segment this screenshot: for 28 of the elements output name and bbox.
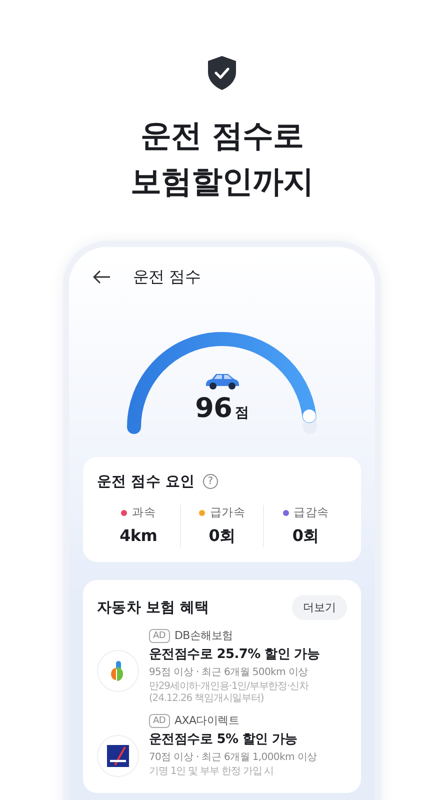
offer-note: 만29세이하·개인용·1인/부부한정·신차(24.12.26 책임개시일부터) xyxy=(149,681,310,705)
factor-value: 4km xyxy=(120,526,158,545)
ad-badge: AD xyxy=(149,714,170,728)
back-arrow-icon[interactable] xyxy=(93,270,111,284)
car-icon xyxy=(204,371,240,391)
factor-label: 급가속 xyxy=(210,505,246,520)
factor-value: 0회 xyxy=(292,526,319,547)
offer-condition: 95점 이상 · 최근 6개월 500km 이상 xyxy=(149,666,309,679)
factor-label: 과속 xyxy=(132,505,156,520)
headline: 운전 점수로 보험할인까지 xyxy=(130,117,314,202)
score-unit: 점 xyxy=(235,404,249,422)
company-name: AXA다이렉트 xyxy=(174,713,239,728)
card-title: 자동차 보험 혜택 xyxy=(97,599,210,617)
score-value: 96 xyxy=(195,393,232,424)
factor-value: 0회 xyxy=(208,526,236,547)
help-icon[interactable]: ? xyxy=(202,474,218,489)
offer-headline[interactable]: 운전점수로 25.7% 할인 가능 xyxy=(149,645,347,663)
offer-headline[interactable]: 운전점수로 5% 할인 가능 xyxy=(149,730,347,748)
more-button[interactable]: 더보기 xyxy=(292,595,347,620)
offer-condition: 70점 이상 · 최근 6개월 1,000km 이상 xyxy=(149,751,318,764)
shield-check-icon xyxy=(206,55,238,91)
ad-badge: AD xyxy=(149,628,170,642)
company-name: DB손해보험 xyxy=(174,628,233,643)
factor-label: 급감속 xyxy=(294,505,329,520)
logo-icon xyxy=(107,745,129,767)
screen-title: 운전 점수 xyxy=(133,266,201,288)
offer-note: 기명 1인 및 부부 한정 가입 시 xyxy=(149,766,275,778)
card-title: 운전 점수 요인 xyxy=(97,473,195,491)
